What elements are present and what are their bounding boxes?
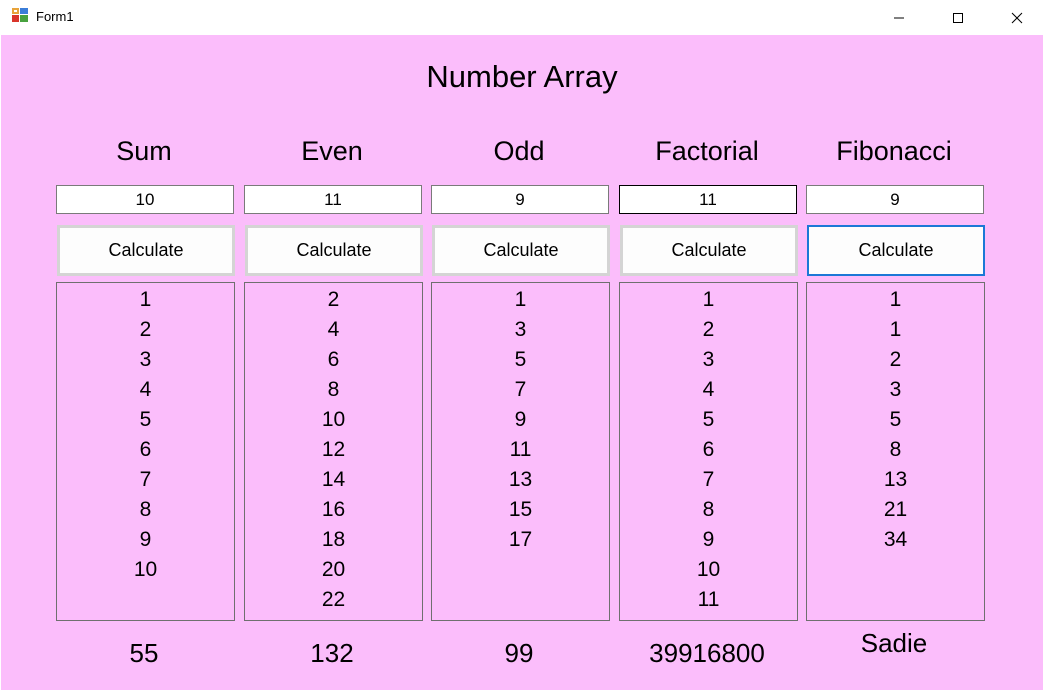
- odd-result: 99: [504, 638, 534, 668]
- fibonacci-input[interactable]: [806, 185, 984, 214]
- maximize-button[interactable]: [929, 0, 987, 35]
- factorial-result: 39916800: [649, 638, 765, 668]
- factorial-header: Factorial: [655, 136, 759, 166]
- list-item[interactable]: 14: [245, 465, 422, 495]
- maximize-icon: [953, 13, 963, 23]
- odd-header: Odd: [493, 136, 545, 166]
- list-item[interactable]: 3: [807, 375, 984, 405]
- sum-calculate-button[interactable]: Calculate: [57, 225, 235, 276]
- list-item[interactable]: 34: [807, 525, 984, 555]
- minimize-button[interactable]: [870, 0, 928, 35]
- list-item[interactable]: 4: [57, 375, 234, 405]
- sum-listbox[interactable]: 1 2 3 4 5 6 7 8 9 10: [56, 282, 235, 621]
- odd-input[interactable]: [431, 185, 609, 214]
- list-item[interactable]: 2: [620, 315, 797, 345]
- list-item[interactable]: 17: [432, 525, 609, 555]
- list-item[interactable]: 10: [57, 555, 234, 585]
- list-item[interactable]: 13: [807, 465, 984, 495]
- even-listbox[interactable]: 2 4 6 8 10 12 14 16 18 20 22: [244, 282, 423, 621]
- list-item[interactable]: 4: [620, 375, 797, 405]
- even-header: Even: [301, 136, 363, 166]
- list-item[interactable]: 8: [245, 375, 422, 405]
- list-item[interactable]: 6: [245, 345, 422, 375]
- sum-list-items: 1 2 3 4 5 6 7 8 9 10: [57, 283, 234, 585]
- even-list-items: 2 4 6 8 10 12 14 16 18 20 22: [245, 283, 422, 615]
- list-item[interactable]: 2: [245, 285, 422, 315]
- list-item[interactable]: 3: [57, 345, 234, 375]
- list-item[interactable]: 22: [245, 585, 422, 615]
- list-item[interactable]: 7: [432, 375, 609, 405]
- fibonacci-header: Fibonacci: [836, 136, 952, 166]
- odd-calculate-button[interactable]: Calculate: [432, 225, 610, 276]
- form-title: Number Array: [426, 59, 618, 94]
- list-item[interactable]: 6: [57, 435, 234, 465]
- sum-header: Sum: [116, 136, 172, 166]
- list-item[interactable]: 20: [245, 555, 422, 585]
- odd-listbox[interactable]: 1 3 5 7 9 11 13 15 17: [431, 282, 610, 621]
- list-item[interactable]: 9: [432, 405, 609, 435]
- fibonacci-list-items: 1 1 2 3 5 8 13 21 34: [807, 283, 984, 555]
- list-item[interactable]: 3: [432, 315, 609, 345]
- list-item[interactable]: 11: [432, 435, 609, 465]
- list-item[interactable]: 21: [807, 495, 984, 525]
- list-item[interactable]: 6: [620, 435, 797, 465]
- list-item[interactable]: 9: [620, 525, 797, 555]
- factorial-calculate-button[interactable]: Calculate: [620, 225, 798, 276]
- list-item[interactable]: 18: [245, 525, 422, 555]
- odd-list-items: 1 3 5 7 9 11 13 15 17: [432, 283, 609, 555]
- list-item[interactable]: 1: [807, 285, 984, 315]
- list-item[interactable]: 1: [807, 315, 984, 345]
- list-item[interactable]: 7: [620, 465, 797, 495]
- list-item[interactable]: 5: [432, 345, 609, 375]
- app-icon: [12, 8, 29, 24]
- list-item[interactable]: 1: [432, 285, 609, 315]
- list-item[interactable]: 7: [57, 465, 234, 495]
- list-item[interactable]: 2: [57, 315, 234, 345]
- close-button[interactable]: [988, 0, 1044, 35]
- list-item[interactable]: 15: [432, 495, 609, 525]
- close-icon: [1011, 12, 1023, 24]
- even-input[interactable]: [244, 185, 422, 214]
- even-calculate-button[interactable]: Calculate: [245, 225, 423, 276]
- list-item[interactable]: 12: [245, 435, 422, 465]
- list-item[interactable]: 1: [620, 285, 797, 315]
- fibonacci-listbox[interactable]: 1 1 2 3 5 8 13 21 34: [806, 282, 985, 621]
- list-item[interactable]: 1: [57, 285, 234, 315]
- list-item[interactable]: 2: [807, 345, 984, 375]
- list-item[interactable]: 13: [432, 465, 609, 495]
- list-item[interactable]: 4: [245, 315, 422, 345]
- title-bar[interactable]: Form1: [0, 0, 1044, 35]
- list-item[interactable]: 3: [620, 345, 797, 375]
- factorial-input[interactable]: [619, 185, 797, 214]
- list-item[interactable]: 8: [57, 495, 234, 525]
- minimize-icon: [894, 17, 904, 19]
- factorial-listbox[interactable]: 1 2 3 4 5 6 7 8 9 10 11: [619, 282, 798, 621]
- sum-result: 55: [129, 638, 159, 668]
- list-item[interactable]: 9: [57, 525, 234, 555]
- list-item[interactable]: 5: [620, 405, 797, 435]
- even-result: 132: [310, 638, 354, 668]
- fibonacci-result: Sadie: [860, 628, 928, 658]
- list-item[interactable]: 16: [245, 495, 422, 525]
- list-item[interactable]: 5: [807, 405, 984, 435]
- window-title: Form1: [36, 9, 74, 24]
- list-item[interactable]: 10: [245, 405, 422, 435]
- list-item[interactable]: 11: [620, 585, 797, 615]
- list-item[interactable]: 10: [620, 555, 797, 585]
- fibonacci-calculate-button[interactable]: Calculate: [807, 225, 985, 276]
- list-item[interactable]: 8: [620, 495, 797, 525]
- factorial-list-items: 1 2 3 4 5 6 7 8 9 10 11: [620, 283, 797, 615]
- form-client-area: Number Array Sum Calculate 12345678910 5…: [1, 35, 1043, 690]
- list-item[interactable]: 5: [57, 405, 234, 435]
- sum-input[interactable]: [56, 185, 234, 214]
- list-item[interactable]: 8: [807, 435, 984, 465]
